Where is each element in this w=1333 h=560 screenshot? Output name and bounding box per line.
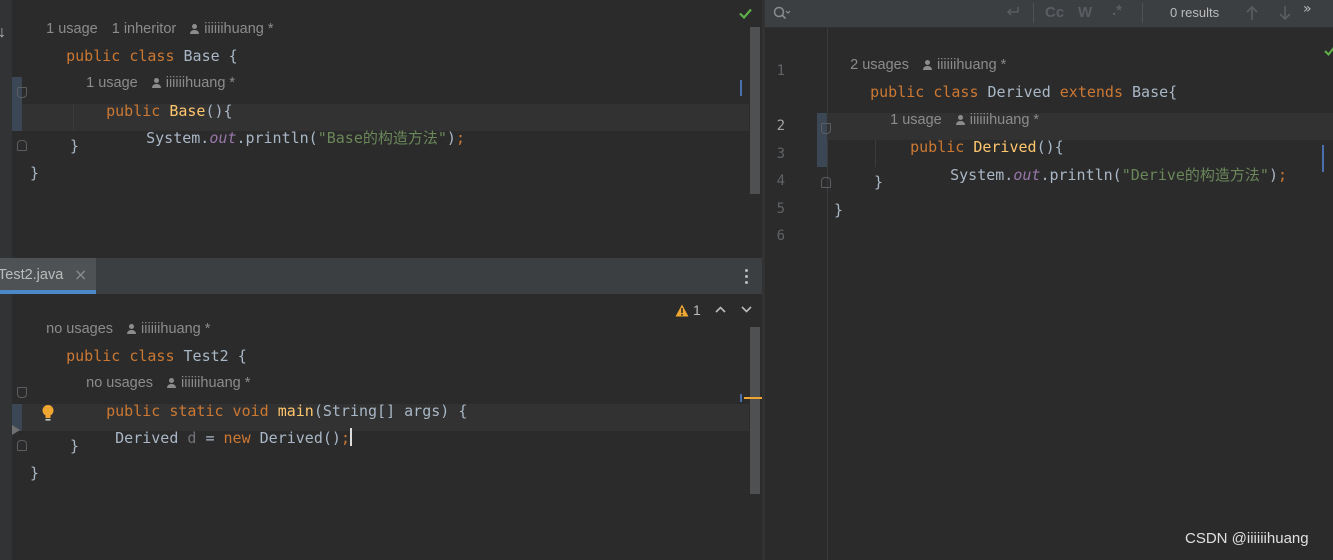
match-case-toggle[interactable]: Cc: [1045, 4, 1064, 21]
ok-check-icon[interactable]: [739, 4, 752, 20]
fold-marker-icon[interactable]: [17, 387, 27, 398]
line-number: 2: [776, 118, 785, 134]
marker-stripe: [740, 394, 742, 402]
tab-label: Test2.java: [0, 267, 64, 283]
fold-marker-icon[interactable]: [17, 87, 27, 98]
tab-test2[interactable]: Test2.java ×: [0, 258, 96, 294]
search-input[interactable]: [795, 3, 999, 25]
down-arrow-icon[interactable]: ↓: [0, 24, 6, 42]
regex-toggle[interactable]: .*: [1112, 2, 1122, 19]
line-number: 1: [776, 63, 785, 79]
bottom-editor[interactable]: no usages iiiiiihuang * public class Test…: [0, 294, 762, 560]
warning-icon: [675, 304, 689, 317]
line-number: 3: [776, 146, 785, 162]
code-line[interactable]: }: [874, 172, 883, 192]
right-editor[interactable]: Cc W .* 0 results » 1 2 3 4 5 6 2 usages…: [765, 0, 1333, 560]
fold-marker-icon[interactable]: [17, 440, 27, 451]
lightbulb-icon[interactable]: [41, 404, 55, 422]
code-line[interactable]: }: [834, 200, 843, 220]
previous-occurrence-icon[interactable]: [1245, 5, 1259, 21]
fold-marker-icon[interactable]: [821, 177, 831, 188]
watermark: CSDN @iiiiiihuang: [1185, 530, 1309, 547]
inspection-widget[interactable]: 1: [675, 302, 755, 322]
indent-guide: [875, 140, 876, 167]
search-bar: Cc W .* 0 results »: [765, 0, 1333, 28]
run-arrow-icon[interactable]: [12, 425, 20, 435]
more-actions-icon[interactable]: »: [1303, 1, 1312, 17]
code-line[interactable]: System.out.println("Base的构造方法");: [110, 108, 465, 168]
text-caret: [349, 428, 352, 446]
line-number: 5: [776, 201, 785, 217]
search-results-count: 0 results: [1170, 5, 1220, 20]
fold-marker-icon[interactable]: [17, 140, 27, 151]
code-line[interactable]: System.out.println("Derive的构造方法");: [914, 145, 1287, 205]
bottom-gutter: [0, 294, 12, 560]
search-divider: [1033, 3, 1034, 23]
right-gutter: [765, 28, 828, 560]
code-line[interactable]: }: [30, 463, 39, 483]
marker-stripe: [1322, 145, 1324, 172]
tab-close-icon[interactable]: ×: [74, 265, 87, 284]
vertical-scrollbar[interactable]: [750, 327, 760, 494]
newline-icon[interactable]: [1005, 5, 1021, 19]
chevron-down-icon[interactable]: [741, 306, 752, 313]
line-number: 4: [776, 173, 785, 189]
line-number: 6: [776, 228, 785, 244]
indent-guide: [73, 104, 74, 131]
chevron-up-icon[interactable]: [715, 306, 726, 313]
code-line[interactable]: }: [70, 136, 79, 156]
marker-stripe: [740, 80, 742, 96]
search-icon[interactable]: [773, 6, 791, 20]
code-line[interactable]: }: [70, 436, 79, 456]
ok-check-icon[interactable]: [1324, 41, 1333, 60]
whole-words-toggle[interactable]: W: [1078, 4, 1092, 21]
vertical-scrollbar[interactable]: [750, 27, 760, 194]
warning-stripe: [744, 397, 762, 399]
code-line[interactable]: Derived d = new Derived();: [70, 408, 352, 468]
more-options-icon[interactable]: [745, 269, 748, 285]
code-line[interactable]: }: [30, 163, 39, 183]
tab-bar: Test2.java ×: [0, 258, 762, 294]
top-editor[interactable]: ↓ 1 usage 1 inheritor iiiiiihuang * public…: [0, 0, 762, 258]
next-occurrence-icon[interactable]: [1278, 5, 1292, 21]
search-divider: [1142, 3, 1143, 23]
caret-gutter-mark: [12, 77, 22, 131]
fold-marker-icon[interactable]: [821, 123, 831, 134]
warning-count: 1: [693, 302, 701, 318]
caret-gutter-mark: [817, 113, 827, 167]
